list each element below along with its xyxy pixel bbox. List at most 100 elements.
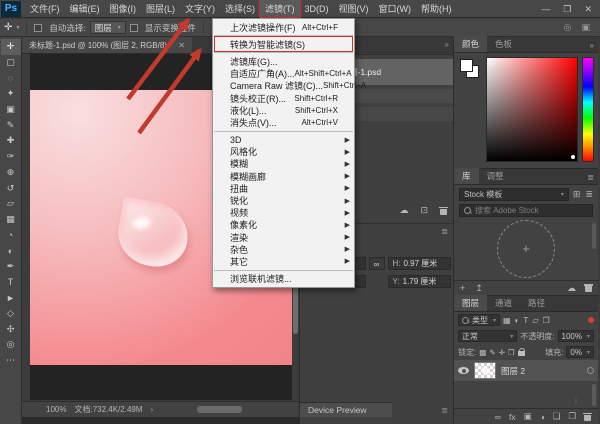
type-tool[interactable]: T bbox=[1, 274, 21, 290]
search-icon[interactable]: ◎ bbox=[564, 22, 572, 33]
filter-menu-item[interactable]: 液化(L)...Shift+Ctrl+X bbox=[213, 104, 354, 116]
layers-scrollbar[interactable] bbox=[592, 384, 596, 406]
cloud-sync-icon[interactable]: ☁ bbox=[399, 205, 408, 216]
layer-filter-kind-dropdown[interactable]: 类型 ▾ bbox=[458, 314, 500, 326]
lock-artboard-icon[interactable]: ❒ bbox=[508, 348, 515, 357]
shape-tool[interactable]: ◇ bbox=[1, 306, 21, 322]
marquee-tool[interactable]: ▢ bbox=[1, 55, 21, 71]
filter-menu-item[interactable]: 转换为智能滤镜(S) bbox=[213, 38, 354, 50]
close-button[interactable]: ✕ bbox=[584, 0, 592, 18]
filter-menu-item[interactable]: 渲染▶ bbox=[213, 231, 354, 243]
collapse-panel-icon[interactable]: » bbox=[590, 41, 594, 50]
grid-view-icon[interactable]: ⊞ bbox=[573, 189, 581, 200]
layer-effects-icon[interactable]: fx bbox=[509, 412, 516, 422]
list-view-icon[interactable]: ≣ bbox=[585, 189, 593, 200]
tab-device-preview[interactable]: Device Preview bbox=[300, 402, 392, 417]
edit-toolbar[interactable]: ⋯ bbox=[1, 353, 21, 369]
tab-adjustments[interactable]: 调整 bbox=[479, 168, 512, 184]
lock-image-icon[interactable]: ✎ bbox=[489, 348, 495, 357]
layer-row-selected[interactable]: 图层 2 bbox=[454, 360, 598, 381]
collapse-panel-icon[interactable]: » bbox=[445, 40, 449, 49]
filter-menu-item[interactable]: 视频▶ bbox=[213, 207, 354, 219]
zoom-level[interactable]: 100% bbox=[46, 405, 66, 414]
show-transform-checkbox[interactable] bbox=[130, 24, 138, 32]
blur-tool[interactable]: ◔ bbox=[1, 227, 21, 243]
add-library-item-icon[interactable]: + bbox=[460, 283, 465, 294]
history-brush-tool[interactable]: ↺ bbox=[1, 180, 21, 196]
tab-swatches[interactable]: 色板 bbox=[487, 36, 520, 52]
lock-all-icon[interactable] bbox=[518, 348, 525, 356]
menubar-item[interactable]: 编辑(E) bbox=[65, 0, 105, 17]
layer-mask-icon[interactable]: ▣ bbox=[524, 411, 532, 422]
tab-layers[interactable]: 图层 bbox=[454, 295, 487, 311]
quick-selection-tool[interactable]: ✦ bbox=[1, 86, 21, 102]
pen-tool[interactable]: ✒ bbox=[1, 259, 21, 275]
filter-menu-item[interactable]: 上次滤镜操作(F)Alt+Ctrl+F bbox=[213, 21, 354, 33]
height-field[interactable]: H: 0.97 厘米 bbox=[388, 257, 452, 270]
menubar-item[interactable]: 窗口(W) bbox=[374, 0, 417, 17]
menubar-item[interactable]: 文件(F) bbox=[25, 0, 65, 17]
adjustment-layer-icon[interactable]: ◑ bbox=[540, 412, 545, 422]
filter-menu-item[interactable]: 自适应广角(A)...Alt+Shift+Ctrl+A bbox=[213, 68, 354, 80]
filter-menu-item[interactable]: 模糊画廊▶ bbox=[213, 170, 354, 182]
filter-menu-item[interactable]: 像素化▶ bbox=[213, 219, 354, 231]
shape-layer-filter-icon[interactable]: ▱ bbox=[532, 316, 538, 325]
filter-menu-item[interactable]: 其它▶ bbox=[213, 255, 354, 267]
menubar-item[interactable]: 滤镜(T) bbox=[260, 0, 300, 17]
filter-menu-item[interactable]: 镜头校正(R)...Shift+Ctrl+R bbox=[213, 92, 354, 104]
eyedropper-tool[interactable]: ✎ bbox=[1, 117, 21, 133]
layers-list-empty-area[interactable]: ⋮ bbox=[454, 381, 598, 408]
foreground-color-swatch[interactable] bbox=[460, 59, 473, 72]
blend-mode-dropdown[interactable]: 正常 ▾ bbox=[458, 330, 517, 342]
empty-library-dropzone[interactable]: + bbox=[497, 220, 555, 278]
status-chevron-icon[interactable]: › bbox=[151, 405, 154, 414]
menubar-item[interactable]: 选择(S) bbox=[220, 0, 260, 17]
tool-preset-caret-icon[interactable]: ▾ bbox=[16, 24, 19, 31]
lock-transparent-icon[interactable]: ▩ bbox=[479, 348, 486, 357]
crop-tool[interactable]: ▣ bbox=[1, 102, 21, 118]
menubar-item[interactable]: 帮助(H) bbox=[416, 0, 457, 17]
filter-menu-item[interactable]: 消失点(V)...Alt+Ctrl+V bbox=[213, 116, 354, 128]
path-selection-tool[interactable]: ► bbox=[1, 290, 21, 306]
filter-menu-item[interactable]: 模糊▶ bbox=[213, 158, 354, 170]
filter-menu-item[interactable]: 浏览联机滤镜... bbox=[213, 273, 354, 285]
brush-tool[interactable]: ✑ bbox=[1, 149, 21, 165]
tab-libraries[interactable]: 库 bbox=[454, 168, 479, 184]
y-position-field[interactable]: Y: 1.79 厘米 bbox=[388, 275, 452, 288]
cloud-library-icon[interactable]: ☁ bbox=[567, 283, 576, 294]
menubar-item[interactable]: 3D(D) bbox=[300, 2, 334, 16]
layer-group-icon[interactable]: ❏ bbox=[553, 411, 561, 422]
trash-icon[interactable] bbox=[440, 207, 447, 215]
fill-field[interactable]: 0% ▾ bbox=[566, 346, 594, 358]
panel-menu-icon[interactable]: ≣ bbox=[587, 173, 594, 182]
tab-channels[interactable]: 通道 bbox=[487, 295, 520, 311]
filter-menu-item[interactable]: 风格化▶ bbox=[213, 146, 354, 158]
filter-menu-item[interactable]: 锐化▶ bbox=[213, 194, 354, 206]
camera-icon[interactable]: ⊡ bbox=[420, 205, 428, 216]
delete-layer-icon[interactable] bbox=[584, 413, 591, 421]
document-close-icon[interactable]: ✕ bbox=[178, 41, 185, 50]
tab-paths[interactable]: 路径 bbox=[520, 295, 553, 311]
delete-library-item-icon[interactable] bbox=[585, 284, 592, 292]
filter-menu-item[interactable]: 滤镜库(G)... bbox=[213, 55, 354, 67]
tab-color[interactable]: 颜色 bbox=[454, 36, 487, 52]
type-layer-filter-icon[interactable]: T bbox=[523, 316, 528, 325]
filter-menu-item[interactable]: Camera Raw 滤镜(C)...Shift+Ctrl+A bbox=[213, 80, 354, 92]
auto-select-dropdown[interactable]: 图层 ▾ bbox=[90, 21, 126, 34]
layer-visibility-eye-icon[interactable] bbox=[458, 367, 469, 374]
healing-brush-tool[interactable]: ✚ bbox=[1, 133, 21, 149]
gradient-tool[interactable]: ▦ bbox=[1, 212, 21, 228]
menubar-item[interactable]: 图像(I) bbox=[105, 0, 142, 17]
hue-slider[interactable] bbox=[582, 57, 594, 162]
layer-filter-toggle[interactable] bbox=[588, 317, 594, 323]
library-search-input[interactable]: 搜索 Adobe Stock bbox=[459, 204, 593, 217]
link-dimensions-icon[interactable]: ∞ bbox=[369, 257, 385, 270]
pixel-layer-filter-icon[interactable]: ▦ bbox=[503, 316, 511, 325]
share-library-icon[interactable]: ↥ bbox=[475, 283, 483, 294]
panel-menu-icon[interactable]: ≣ bbox=[441, 227, 448, 236]
link-layers-icon[interactable]: ∞ bbox=[495, 412, 501, 422]
lasso-tool[interactable]: ◌ bbox=[1, 70, 21, 86]
clone-stamp-tool[interactable]: ⊕ bbox=[1, 165, 21, 181]
layer-thumbnail[interactable] bbox=[474, 362, 496, 379]
saturation-brightness-picker[interactable] bbox=[486, 57, 578, 162]
